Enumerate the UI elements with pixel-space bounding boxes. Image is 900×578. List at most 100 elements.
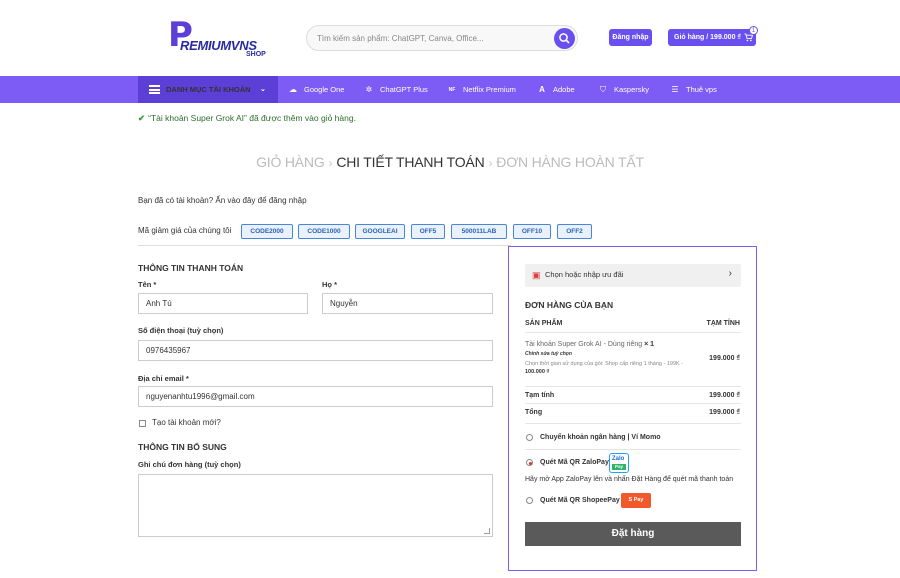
divider <box>525 449 741 450</box>
product-option: Chọn thời gian sử dụng của gói: Shop cấp… <box>525 361 684 375</box>
voucher-selector[interactable]: ▣ Chọn hoặc nhập ưu đãi › <box>525 264 741 287</box>
step-done: ĐƠN HÀNG HOÀN TẤT <box>496 154 644 170</box>
cart-count-badge: 1 <box>749 26 758 35</box>
divider <box>525 403 741 404</box>
divider <box>525 386 741 387</box>
coupon-code[interactable]: CODE2000 <box>241 224 293 239</box>
step-arrow-icon: › <box>328 156 333 170</box>
nav-item-google-one[interactable]: ☁ Google One <box>288 76 344 103</box>
openai-icon: ✲ <box>365 85 373 95</box>
site-header: P REMIUMVNS SHOP Đăng nhập Giỏ hàng / 19… <box>0 0 900 76</box>
order-notes-field[interactable] <box>138 474 493 537</box>
product-price: 199.000 ₫ <box>709 355 740 362</box>
total-label: Tổng <box>525 409 543 416</box>
payment-label-bank[interactable]: Chuyển khoản ngân hàng | Ví Momo <box>540 434 661 441</box>
product-option-value: Shop cấp riêng 1 tháng - 199K <box>605 361 680 367</box>
nav-item-chatgpt-plus[interactable]: ✲ ChatGPT Plus <box>364 76 428 103</box>
cart-notice: ✔ “Tài khoản Super Grok AI” đã được thêm … <box>138 113 356 124</box>
zalopay-logo-top: Zalo <box>612 456 625 462</box>
payment-radio-zalopay[interactable] <box>526 459 533 466</box>
logo-sub: SHOP <box>246 51 266 58</box>
divider <box>525 332 741 333</box>
order-notes-label: Ghi chú đơn hàng (tuỳ chọn) <box>138 460 241 469</box>
first-name-field[interactable]: Anh Tú <box>138 293 308 314</box>
product-option-label: Chọn thời gian sử dụng của gói: <box>525 361 604 367</box>
create-account-label[interactable]: Tạo tài khoản mới? <box>152 418 221 427</box>
nav-item-label: Netflix Premium <box>463 85 516 94</box>
coupon-code[interactable]: 500011LAB <box>451 224 507 239</box>
nav-item-adobe[interactable]: A Adobe <box>537 76 575 103</box>
resize-handle[interactable] <box>484 528 490 534</box>
nav-item-label: Adobe <box>553 85 575 94</box>
product-qty: × 1 <box>644 341 655 348</box>
coupon-label: Mã giảm giá của chúng tôi <box>138 226 232 235</box>
col-product-header: SẢN PHẨM <box>525 320 563 327</box>
checkout-steps: GIỎ HÀNG › CHI TIẾT THANH TOÁN › ĐƠN HÀNG HO… <box>0 154 900 170</box>
login-prompt[interactable]: Bạn đã có tài khoản? Ấn vào đây để đăng … <box>138 196 307 205</box>
last-name-field[interactable]: Nguyễn <box>322 293 493 314</box>
check-icon: ✔ <box>138 113 146 123</box>
zalopay-logo-bottom: Pay <box>612 464 626 470</box>
cart-button[interactable]: Giỏ hàng / 199.000 ₫ <box>668 29 756 46</box>
zalopay-logo: Zalo Pay <box>609 453 629 473</box>
coupon-code[interactable]: OFF10 <box>513 224 551 239</box>
hamburger-icon <box>149 85 160 94</box>
subtotal-label: Tạm tính <box>525 392 555 399</box>
billing-title: THÔNG TIN THANH TOÁN <box>138 263 244 273</box>
place-order-button[interactable]: Đặt hàng <box>525 522 741 546</box>
step-cart[interactable]: GIỎ HÀNG <box>256 154 325 170</box>
step-arrow-icon: › <box>488 156 493 170</box>
email-label: Địa chỉ email * <box>138 374 189 383</box>
step-checkout: CHI TIẾT THANH TOÁN <box>336 154 485 170</box>
last-name-label: Họ * <box>322 280 337 289</box>
payment-bank-label: Chuyển khoản ngân hàng <box>540 434 626 441</box>
divider <box>138 245 511 246</box>
ticket-icon: ▣ <box>532 270 541 280</box>
main-nav: DANH MỤC TÀI KHOẢN ⌄ ☁ Google One ✲ ChatGP… <box>0 76 900 103</box>
site-logo[interactable]: P REMIUMVNS SHOP <box>168 18 268 58</box>
search-icon <box>559 33 570 44</box>
nav-item-vps[interactable]: ☰ Thuê vps <box>670 76 717 103</box>
total-value: 199.000 ₫ <box>709 409 740 416</box>
phone-field[interactable]: 0976435967 <box>138 340 493 361</box>
zalopay-description: Hãy mở App ZaloPay lên và nhấn Đặt Hàng … <box>525 476 734 483</box>
payment-bank-extra: | Ví Momo <box>625 434 661 441</box>
search-input[interactable] <box>317 30 547 47</box>
create-account-checkbox[interactable] <box>139 420 146 427</box>
nav-item-kaspersky[interactable]: ⛉ Kaspersky <box>598 76 649 103</box>
payment-label-shopeepay[interactable]: Quét Mã QR ShopeePay <box>540 497 620 504</box>
col-subtotal-header: TẠM TÍNH <box>706 320 740 327</box>
coupon-code[interactable]: CODE1000 <box>298 224 350 239</box>
nav-item-label: Thuê vps <box>686 85 717 94</box>
shopeepay-logo: S Pay <box>621 493 651 508</box>
order-review-panel: ▣ Chọn hoặc nhập ưu đãi › ĐƠN HÀNG CỦA B… <box>508 246 757 571</box>
edit-options-link[interactable]: Chỉnh sửa tuỳ chọn <box>525 351 572 357</box>
product-title: Tài khoản Super Grok AI - Dùng riêng <box>525 341 643 348</box>
order-title: ĐƠN HÀNG CỦA BẠN <box>525 300 614 310</box>
search-box <box>306 25 578 51</box>
voucher-label: Chọn hoặc nhập ưu đãi <box>545 270 624 279</box>
payment-radio-bank[interactable] <box>526 434 533 441</box>
category-menu-button[interactable]: DANH MỤC TÀI KHOẢN ⌄ <box>138 76 278 103</box>
divider <box>525 423 741 424</box>
first-name-label: Tên * <box>138 280 157 289</box>
nav-item-label: ChatGPT Plus <box>380 85 428 94</box>
cloud-icon: ☁ <box>289 85 297 95</box>
coupon-code[interactable]: GOOGLEAI <box>355 224 405 239</box>
search-button[interactable] <box>554 28 575 49</box>
nav-item-label: Kaspersky <box>614 85 650 94</box>
email-field[interactable]: nguyenanhtu1996@gmail.com <box>138 386 493 407</box>
cart-notice-text: “Tài khoản Super Grok AI” đã được thêm v… <box>148 113 356 123</box>
nav-item-label: Google One <box>304 85 345 94</box>
shield-icon: ⛉ <box>600 85 606 95</box>
login-button[interactable]: Đăng nhập <box>609 29 652 46</box>
coupon-code[interactable]: OFF2 <box>557 224 592 239</box>
adobe-icon: A <box>539 85 545 95</box>
chevron-down-icon: ⌄ <box>260 86 266 93</box>
coupon-code[interactable]: OFF5 <box>411 224 445 239</box>
payment-radio-shopeepay[interactable] <box>526 497 533 504</box>
chevron-right-icon: › <box>728 268 732 279</box>
subtotal-value: 199.000 ₫ <box>709 392 740 399</box>
payment-label-zalopay[interactable]: Quét Mã QR ZaloPay <box>540 459 609 466</box>
nav-item-netflix-premium[interactable]: NF Netflix Premium <box>447 76 516 103</box>
